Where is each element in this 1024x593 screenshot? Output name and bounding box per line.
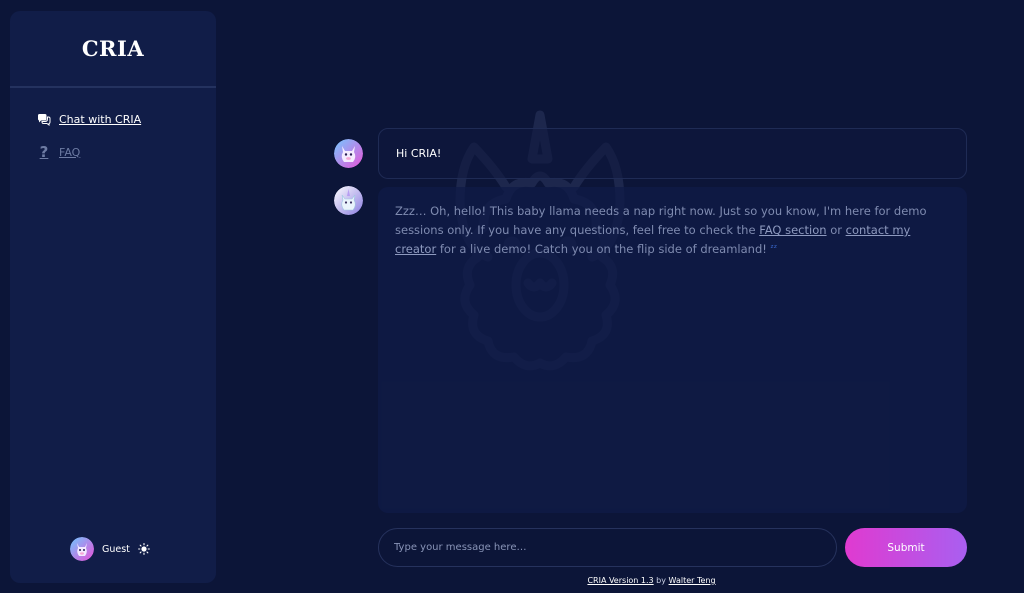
submit-button[interactable]: Submit (845, 528, 967, 567)
sidebar-nav: Chat with CRIA ? FAQ (10, 88, 216, 163)
sidebar: CRIA Chat with CRIA ? FAQ Guest (10, 11, 216, 583)
sidebar-item-faq[interactable]: ? FAQ (10, 141, 216, 163)
user-message: Hi CRIA! (378, 128, 967, 179)
user-avatar-icon (334, 139, 363, 168)
assistant-message-text: for a live demo! Catch you on the flip s… (436, 242, 771, 256)
llama-avatar-icon (70, 537, 94, 561)
brand-title: CRIA (10, 11, 216, 88)
author-link[interactable]: Walter Teng (669, 576, 716, 585)
sidebar-item-chat[interactable]: Chat with CRIA (10, 108, 216, 130)
sidebar-item-label: Chat with CRIA (59, 112, 142, 126)
sun-icon[interactable] (137, 543, 150, 555)
question-mark-icon: ? (39, 143, 49, 161)
assistant-message: Zzz… Oh, hello! This baby llama needs a … (378, 187, 967, 513)
sleeping-zz-icon: ᶻᶻ (770, 244, 778, 254)
user-message-text: Hi CRIA! (396, 147, 442, 160)
user-profile: Guest (70, 537, 150, 561)
chat-bubbles-icon (36, 111, 52, 127)
footer-by-text: by (653, 576, 669, 585)
footer: CRIA Version 1.3 by Walter Teng (0, 576, 1024, 585)
assistant-message-text: or (826, 223, 846, 237)
bot-avatar-icon (334, 186, 363, 215)
sidebar-item-label: FAQ (59, 145, 81, 159)
user-name: Guest (102, 543, 130, 555)
version-link[interactable]: CRIA Version 1.3 (587, 576, 653, 585)
faq-section-link[interactable]: FAQ section (759, 223, 826, 237)
message-input[interactable] (378, 528, 837, 567)
